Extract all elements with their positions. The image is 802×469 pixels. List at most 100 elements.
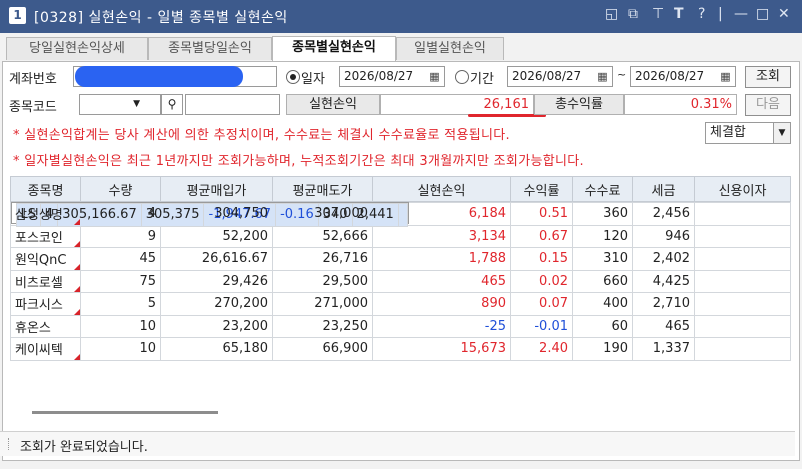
tab-daily-realized[interactable]: 일별실현손익 xyxy=(396,37,504,60)
table-row[interactable]: 케이씨텍 10 65,180 66,900 15,673 2.40 190 1,… xyxy=(10,337,791,361)
cell-tax: 4,425 xyxy=(632,269,695,293)
realized-pnl-label: 실현손익 xyxy=(286,94,380,115)
cell-credit-interest xyxy=(694,269,791,293)
horizontal-scrollbar[interactable] xyxy=(32,411,218,414)
radio-day[interactable] xyxy=(286,70,300,84)
cell-realized-pnl: 6,184 xyxy=(372,202,511,226)
col-header-name[interactable]: 종목명 xyxy=(10,176,81,202)
cell-tax: 2,402 xyxy=(632,247,695,271)
cell-fee: 310 xyxy=(572,247,633,271)
col-header-realized-pnl[interactable]: 실현손익 xyxy=(372,176,511,202)
memo-marker xyxy=(74,353,80,360)
title-bar[interactable]: 1 [0328] 실현손익 - 일별 종목별 실현손익 ◱ ⧉ ⊤ T ? | … xyxy=(0,0,802,33)
cell-avg-buy: 65,180 xyxy=(160,337,273,361)
date-day-input[interactable]: 2026/08/27 ▦ xyxy=(339,66,445,87)
cell-name-text: 케이씨텍 xyxy=(15,343,63,359)
tab-stock-realized[interactable]: 종목별실현손익 xyxy=(272,36,396,62)
cell-qty: 10 xyxy=(80,314,161,338)
col-header-tax[interactable]: 세금 xyxy=(632,176,695,202)
account-label: 계좌번호 xyxy=(9,72,57,87)
memo-marker xyxy=(74,218,80,225)
grip-icon xyxy=(8,438,12,450)
cell-credit-interest xyxy=(694,224,791,248)
memo-marker xyxy=(74,263,80,270)
cell-avg-buy: 304,750 xyxy=(160,202,273,226)
chevron-down-icon[interactable]: ▼ xyxy=(773,123,790,143)
memo-marker xyxy=(74,308,80,315)
table-row[interactable]: 비츠로셀 75 29,426 29,500 465 0.02 660 4,425 xyxy=(10,269,791,293)
help-icon[interactable]: ? xyxy=(698,6,705,22)
cell-tax: 465 xyxy=(632,314,695,338)
cell-return: 0.67 xyxy=(510,224,573,248)
stock-code-label: 종목코드 xyxy=(9,100,57,115)
cell-name-text: 삼성생명 xyxy=(15,208,63,224)
cell-realized-pnl: 3,134 xyxy=(372,224,511,248)
cell-tax: 1,337 xyxy=(632,337,695,361)
total-return-label: 총수익률 xyxy=(534,94,624,115)
cell-qty: 4 xyxy=(80,202,161,226)
window-number: 1 xyxy=(9,7,26,24)
radio-day-label: 일자 xyxy=(301,72,325,87)
table-row[interactable]: 삼성생명 4 304,750 307,000 6,184 0.51 360 2,… xyxy=(10,202,791,226)
status-bar: 조회가 완료되었습니다. xyxy=(0,431,795,456)
close-icon[interactable]: ✕ xyxy=(778,6,790,22)
account-mask xyxy=(75,66,243,87)
table-row[interactable]: 포스코인 9 52,200 52,666 3,134 0.67 120 946 xyxy=(10,224,791,248)
search-button[interactable]: ⚲ xyxy=(161,94,183,115)
table-row[interactable]: 휴온스 10 23,200 23,250 -25 -0.01 60 465 xyxy=(10,314,791,338)
cell-realized-pnl: 15,673 xyxy=(372,337,511,361)
cell-return: 2.40 xyxy=(510,337,573,361)
col-header-return[interactable]: 수익률 xyxy=(510,176,573,202)
cell-tax: 2,710 xyxy=(632,292,695,316)
status-message: 조회가 완료되었습니다. xyxy=(20,440,148,455)
realized-pnl-table: 종목명 수량 평균매입가 평균매도가 실현손익 수익률 수수료 세금 신용이자 … xyxy=(10,176,791,361)
col-header-fee[interactable]: 수수료 xyxy=(572,176,633,202)
cell-name-text: 비츠로셀 xyxy=(15,275,63,291)
tab-daily-detail[interactable]: 당일실현손익상세 xyxy=(6,37,148,60)
col-header-qty[interactable]: 수량 xyxy=(80,176,161,202)
cell-avg-sell: 23,250 xyxy=(272,314,373,338)
query-button[interactable]: 조회 xyxy=(745,66,791,88)
cell-fee: 360 xyxy=(572,202,633,226)
cell-credit-interest xyxy=(694,337,791,361)
realized-pnl-value: 26,161 xyxy=(380,94,534,115)
cell-avg-buy: 29,426 xyxy=(160,269,273,293)
cell-name: 비츠로셀 xyxy=(10,269,81,293)
cell-fee: 400 xyxy=(572,292,633,316)
copy-window-icon[interactable]: ⧉ xyxy=(628,6,638,22)
radio-period[interactable] xyxy=(455,70,469,84)
maximize-icon[interactable]: □ xyxy=(756,6,769,22)
calendar-icon[interactable]: ▦ xyxy=(595,69,610,84)
cell-realized-pnl: 1,788 xyxy=(372,247,511,271)
cell-return: 0.15 xyxy=(510,247,573,271)
settle-type-select[interactable]: 체결합 ▼ xyxy=(705,122,791,144)
cell-name-text: 포스코인 xyxy=(15,230,63,246)
radio-period-label: 기간 xyxy=(470,72,494,87)
col-header-avg-sell[interactable]: 평균매도가 xyxy=(272,176,373,202)
cell-credit-interest xyxy=(694,247,791,271)
cell-credit-interest xyxy=(694,314,791,338)
date-to-input[interactable]: 2026/08/27 ▦ xyxy=(630,66,736,87)
screen-icon[interactable]: ◱ xyxy=(605,6,618,22)
cell-avg-buy: 26,616.67 xyxy=(160,247,273,271)
table-row[interactable]: 파크시스 5 270,200 271,000 890 0.07 400 2,71… xyxy=(10,292,791,316)
memo-marker xyxy=(74,241,80,247)
date-from-input[interactable]: 2026/08/27 ▦ xyxy=(507,66,613,87)
stock-code-input[interactable]: ▼ xyxy=(79,94,161,115)
col-header-avg-buy[interactable]: 평균매입가 xyxy=(160,176,273,202)
minimize-icon[interactable]: — xyxy=(734,6,748,22)
cell-name: 휴온스 xyxy=(10,314,81,338)
next-button[interactable]: 다음 xyxy=(745,94,791,116)
chevron-down-icon[interactable]: ▼ xyxy=(133,95,140,114)
cell-qty: 75 xyxy=(80,269,161,293)
stock-name-field xyxy=(185,94,280,115)
cell-fee: 660 xyxy=(572,269,633,293)
pin-icon[interactable]: ⊤ xyxy=(652,6,664,22)
table-row[interactable]: 원익QnC 45 26,616.67 26,716 1,788 0.15 310… xyxy=(10,247,791,271)
col-header-credit-interest[interactable]: 신용이자 xyxy=(694,176,791,202)
font-size-icon[interactable]: T xyxy=(674,6,684,22)
calendar-icon[interactable]: ▦ xyxy=(718,69,733,84)
calendar-icon[interactable]: ▦ xyxy=(427,69,442,84)
cell-realized-pnl: -25 xyxy=(372,314,511,338)
tab-stock-today[interactable]: 종목별당일손익 xyxy=(148,37,272,60)
